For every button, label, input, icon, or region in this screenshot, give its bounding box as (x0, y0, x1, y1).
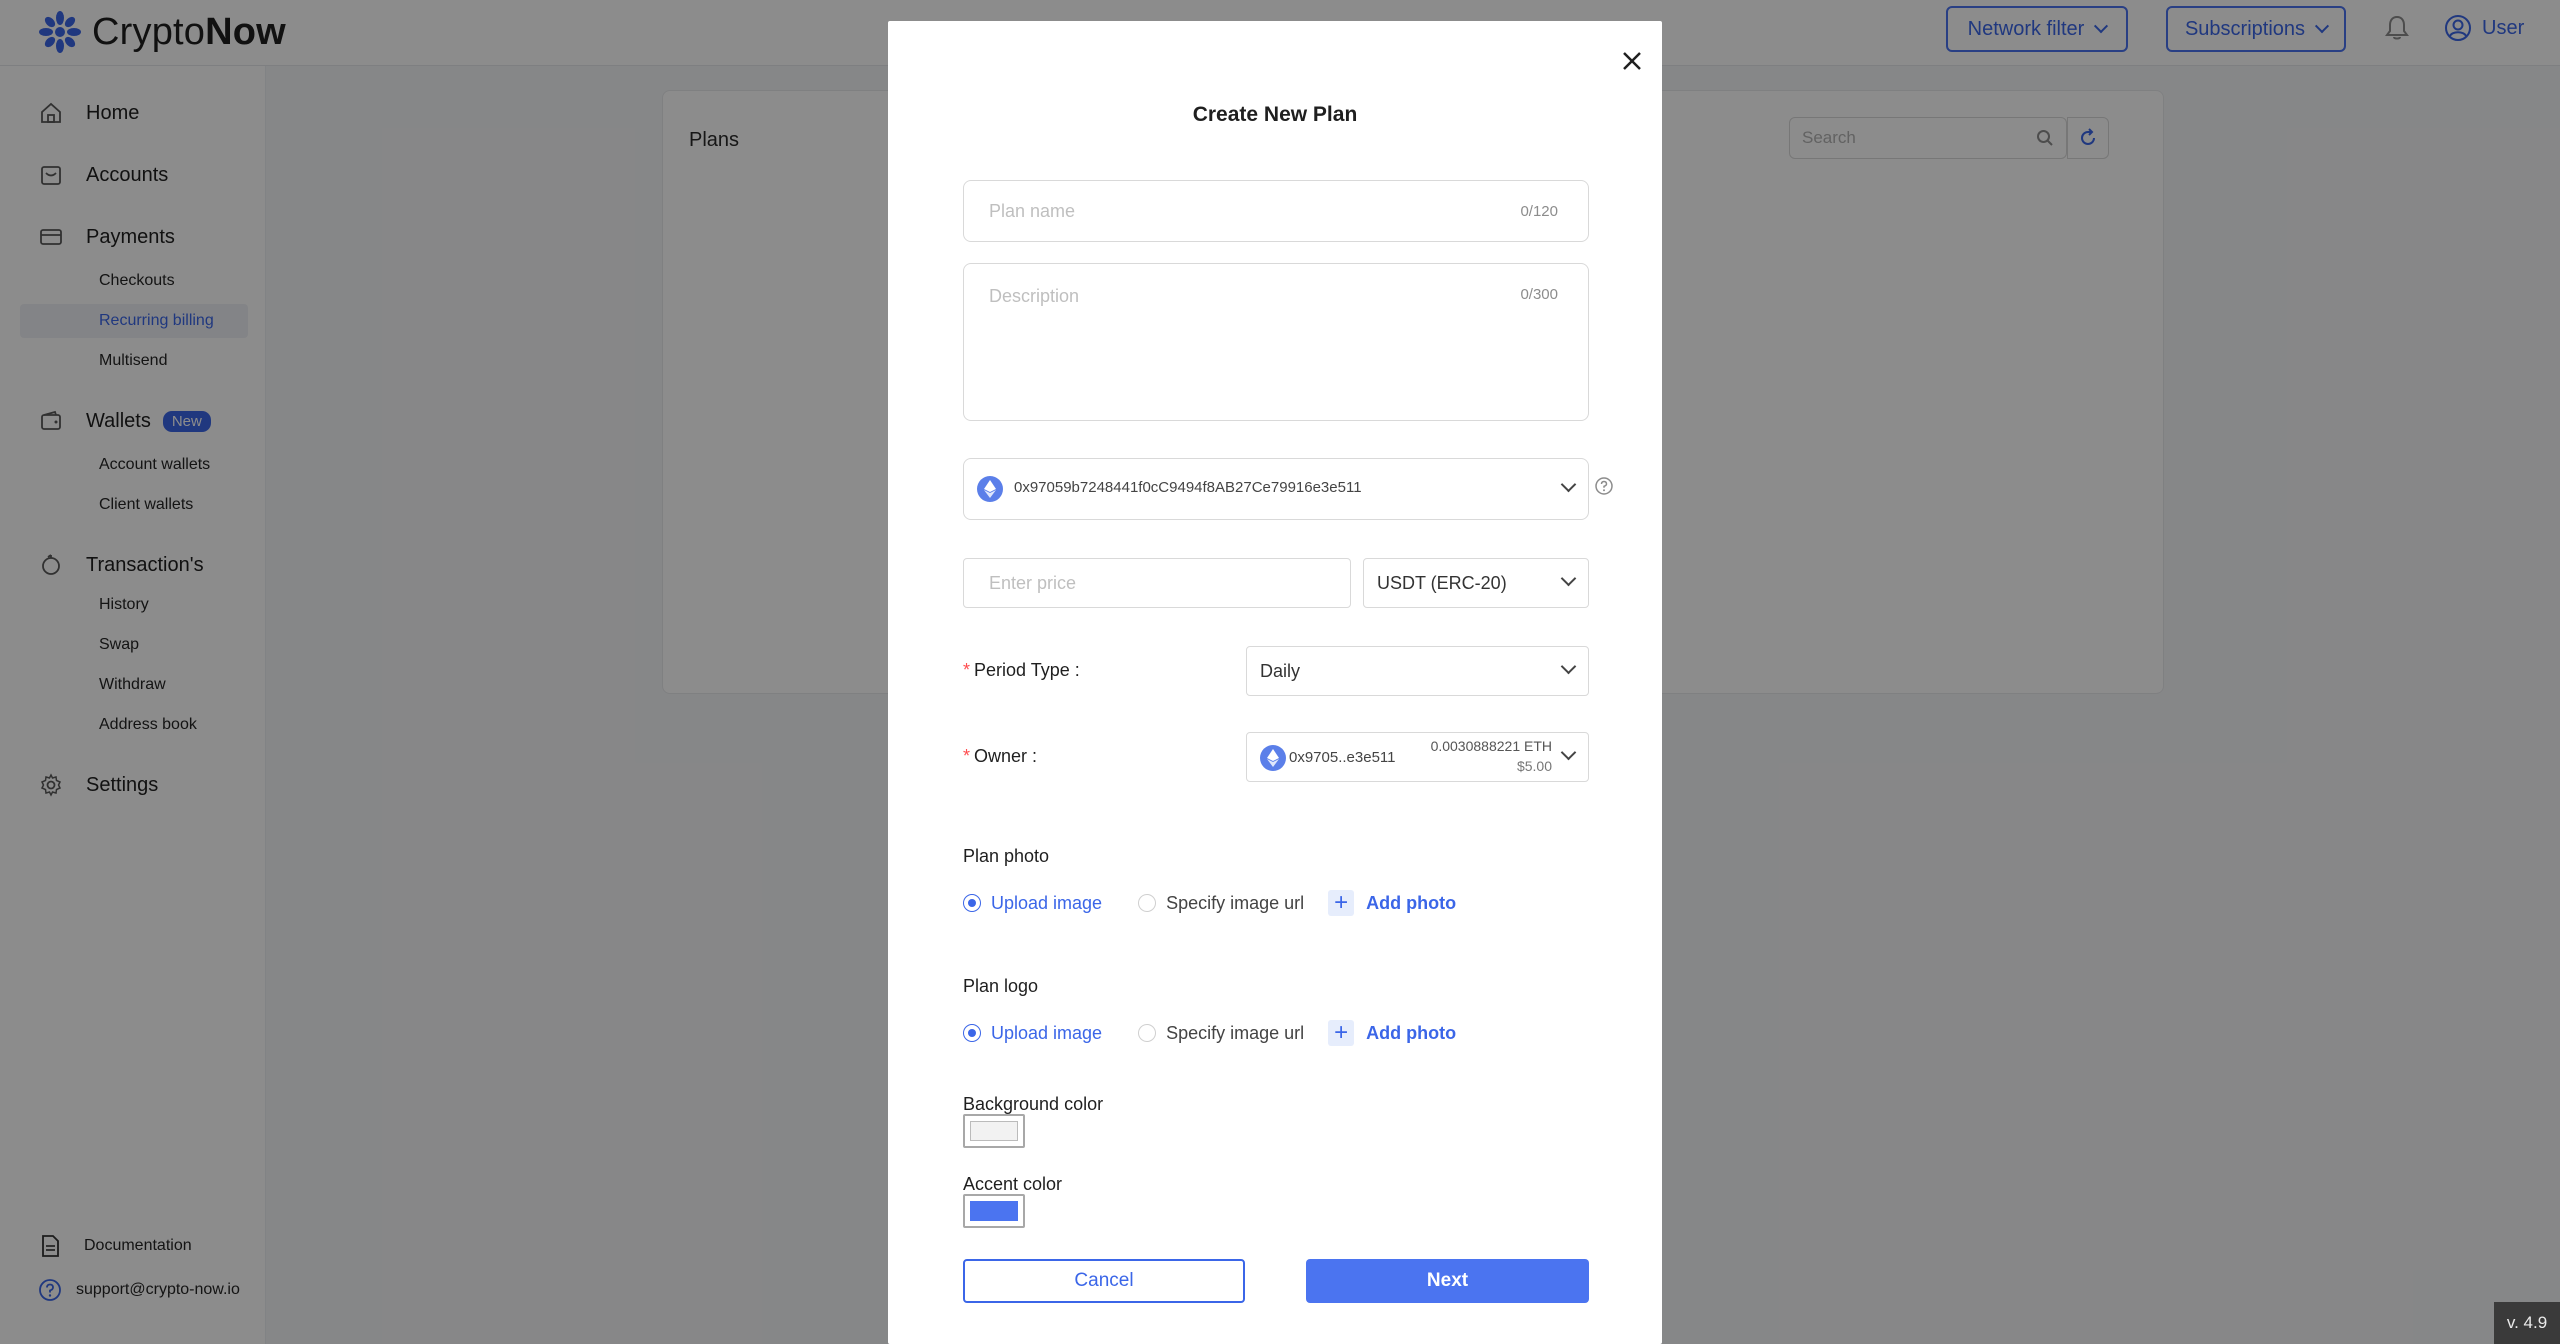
radio-unchecked (1138, 1024, 1157, 1042)
modal-title: Create New Plan (1192, 103, 1358, 126)
radio-checked (963, 1024, 981, 1042)
owner-label: * Owner : (963, 746, 1038, 766)
close-button[interactable] (1614, 43, 1650, 79)
description-textarea[interactable]: Description 0/300 (963, 263, 1589, 421)
radio-checked (963, 894, 981, 912)
plus-icon: + (1328, 1020, 1355, 1046)
description-placeholder: Description (989, 286, 1080, 306)
owner-select[interactable]: 0x9705..e3e511 0.0030888221 ETH $5.00 (1246, 732, 1589, 782)
next-button[interactable]: Next (1306, 1259, 1589, 1303)
description-counter: 0/300 (1520, 286, 1558, 303)
period-type-value: Daily (1260, 661, 1301, 681)
question-icon[interactable] (1594, 476, 1614, 496)
plus-icon: + (1328, 890, 1355, 916)
owner-balance: 0.0030888221 ETH (1430, 738, 1552, 754)
chevron-down-icon (1560, 744, 1577, 761)
create-plan-modal: Create New Plan Plan name 0/120 Descript… (888, 21, 1662, 1344)
wallet-select[interactable]: 0x97059b7248441f0cC9494f8AB27Ce79916e3e5… (963, 458, 1589, 520)
wallet-address: 0x97059b7248441f0cC9494f8AB27Ce79916e3e5… (1014, 479, 1362, 496)
chevron-down-icon (1560, 658, 1577, 675)
add-photo-button[interactable]: + Add photo (1328, 1020, 1456, 1046)
accent-color-label: Accent color (963, 1174, 1063, 1194)
price-placeholder: Enter price (989, 573, 1077, 593)
plan-name-placeholder: Plan name (989, 201, 1076, 221)
ethereum-icon (1260, 745, 1286, 771)
upload-image-radio[interactable]: Upload image (963, 1023, 1102, 1044)
period-type-label: * Period Type : (963, 660, 1080, 680)
plan-photo-options: Upload image Specify image url + Add phot… (963, 890, 1456, 916)
plan-logo-label: Plan logo (963, 976, 1039, 996)
close-icon (1623, 52, 1641, 70)
period-type-select[interactable]: Daily (1246, 646, 1589, 696)
upload-image-radio[interactable]: Upload image (963, 893, 1102, 914)
currency-value: USDT (ERC-20) (1377, 573, 1507, 593)
background-color-picker[interactable] (963, 1114, 1025, 1148)
owner-address: 0x9705..e3e511 (1289, 749, 1396, 766)
chevron-down-icon (1560, 570, 1577, 587)
specify-url-radio[interactable]: Specify image url (1138, 893, 1304, 914)
accent-color-picker[interactable] (963, 1194, 1025, 1228)
accent-color-swatch (970, 1201, 1018, 1221)
owner-usd-value: $5.00 (1516, 758, 1552, 774)
price-input[interactable]: Enter price (963, 558, 1351, 608)
plan-photo-label: Plan photo (963, 846, 1050, 866)
radio-unchecked (1138, 894, 1157, 912)
currency-select[interactable]: USDT (ERC-20) (1363, 558, 1589, 608)
specify-url-radio[interactable]: Specify image url (1138, 1023, 1304, 1044)
background-color-swatch (970, 1121, 1018, 1141)
version-label: v. 4.9 (2494, 1302, 2560, 1344)
ethereum-icon (977, 476, 1003, 502)
plan-name-counter: 0/120 (1520, 203, 1558, 220)
cancel-button[interactable]: Cancel (963, 1259, 1245, 1303)
chevron-down-icon (1560, 476, 1577, 493)
add-photo-button[interactable]: + Add photo (1328, 890, 1456, 916)
plan-logo-options: Upload image Specify image url + Add phot… (963, 1020, 1456, 1046)
plan-name-input[interactable]: Plan name 0/120 (963, 180, 1589, 242)
background-color-label: Background color (963, 1094, 1104, 1114)
